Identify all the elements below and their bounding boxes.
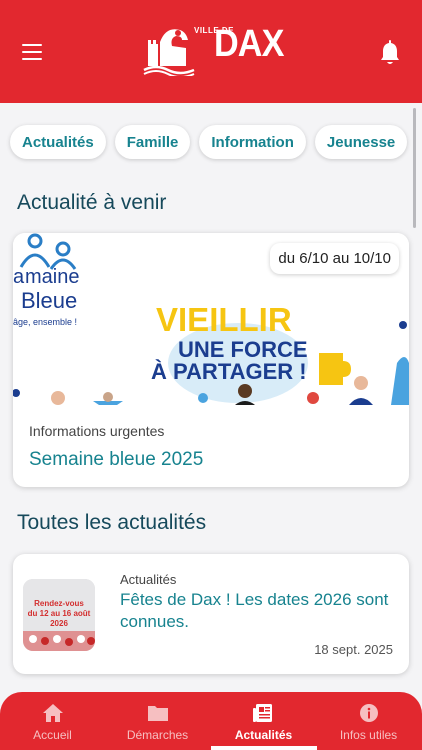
news-card[interactable]: Rendez-vous du 12 au 16 août 2026 Actual…: [13, 554, 409, 674]
app-header: VILLE DE DAX: [0, 0, 422, 103]
chip-actualites[interactable]: Actualités: [10, 125, 106, 159]
main-scroll[interactable]: Actualités Famille Information Jeunesse …: [0, 103, 422, 693]
category-chips: Actualités Famille Information Jeunesse: [10, 125, 408, 159]
featured-news-title[interactable]: Semaine bleue 2025: [29, 449, 203, 471]
tab-demarches-label: Démarches: [126, 728, 189, 742]
tab-demarches[interactable]: Démarches: [105, 692, 210, 750]
featured-news-card[interactable]: a maine Bleue âge, ensemble ! VIEILLIR U…: [13, 233, 409, 487]
news-category: Actualités: [120, 572, 177, 587]
image-logo-line3: Bleue: [21, 288, 77, 313]
tab-accueil[interactable]: Accueil: [0, 692, 105, 750]
date-range-badge: du 6/10 au 10/10: [270, 243, 399, 274]
featured-news-category: Informations urgentes: [29, 423, 165, 439]
chip-famille[interactable]: Famille: [114, 125, 191, 159]
upcoming-section-title: Actualité à venir: [17, 191, 167, 214]
tab-actualites[interactable]: Actualités: [211, 692, 316, 750]
tab-accueil-label: Accueil: [33, 728, 72, 742]
home-icon: [42, 704, 63, 722]
hamburger-icon[interactable]: [22, 44, 42, 60]
image-headline-3: À PARTAGER !: [151, 359, 307, 384]
scrollbar[interactable]: [413, 108, 416, 228]
newspaper-icon: [252, 704, 272, 722]
news-title[interactable]: Fêtes de Dax ! Les dates 2026 sont connu…: [120, 589, 390, 633]
thumb-text-2: du 12 au 16 août: [28, 609, 91, 618]
dax-logo: VILLE DE DAX: [142, 22, 284, 76]
image-headline-1: VIEILLIR: [156, 301, 292, 338]
chip-jeunesse[interactable]: Jeunesse: [314, 125, 408, 159]
chip-information[interactable]: Information: [199, 125, 306, 159]
info-icon: [359, 704, 378, 722]
image-logo-line1: a: [13, 266, 25, 288]
tab-actualites-label: Actualités: [234, 728, 293, 742]
active-tab-indicator: [211, 746, 317, 750]
thumb-text-1: Rendez-vous: [34, 599, 84, 608]
news-date: 18 sept. 2025: [314, 642, 393, 657]
image-logo-tagline: âge, ensemble !: [13, 317, 77, 327]
logo-dax: DAX: [214, 23, 284, 65]
tab-infos-utiles[interactable]: Infos utiles: [316, 692, 421, 750]
news-thumbnail: Rendez-vous du 12 au 16 août 2026: [23, 579, 95, 651]
thumb-text-3: 2026: [50, 619, 68, 628]
all-news-section-title: Toutes les actualités: [17, 511, 207, 534]
bell-icon[interactable]: [378, 40, 402, 66]
image-logo-line2: maine: [25, 266, 79, 288]
bottom-tab-bar: Accueil Démarches Actualités Infos utile…: [0, 692, 422, 750]
folder-icon: [147, 706, 168, 721]
tab-infos-utiles-label: Infos utiles: [339, 728, 398, 742]
